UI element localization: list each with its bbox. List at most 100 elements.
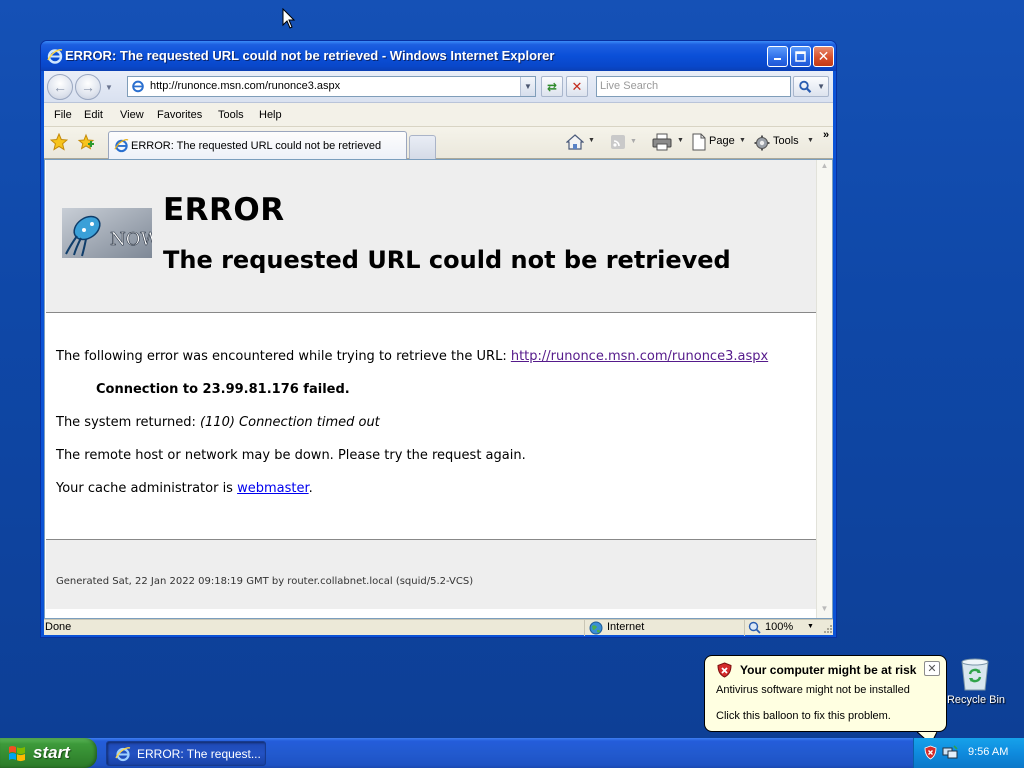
error-body: The following error was encountered whil…: [46, 322, 817, 539]
status-text: Done: [45, 621, 72, 633]
address-input[interactable]: http://runonce.msn.com/runonce3.aspx ▼: [127, 76, 536, 97]
zoom-dropdown-icon[interactable]: ▼: [807, 623, 814, 630]
back-button[interactable]: ←: [47, 74, 73, 100]
network-icon[interactable]: [942, 745, 958, 760]
menu-favorites[interactable]: Favorites: [157, 109, 202, 121]
system-tray: 9:56 AM: [913, 738, 1024, 768]
stop-button[interactable]: ✕: [566, 76, 588, 97]
tab-toolbar: ERROR: The requested URL could not be re…: [44, 127, 833, 159]
balloon-close-button[interactable]: ✕: [924, 661, 940, 676]
tools-menu-button[interactable]: Tools ▼: [754, 133, 814, 151]
favorites-center-icon[interactable]: [50, 133, 68, 151]
vertical-scrollbar[interactable]: ▲ ▼: [816, 160, 832, 618]
menu-edit[interactable]: Edit: [84, 109, 103, 121]
search-input[interactable]: Live Search: [596, 76, 791, 97]
forward-button[interactable]: →: [75, 74, 101, 100]
menu-view[interactable]: View: [120, 109, 144, 121]
error-url-line: The following error was encountered whil…: [56, 349, 768, 364]
close-button[interactable]: ✕: [813, 46, 834, 67]
taskbar: start ERROR: The request... 9:56 AM: [0, 738, 1024, 768]
logo-text: NOW: [110, 229, 152, 250]
squid-logo-icon: NOW: [62, 208, 152, 258]
page-menu-label: Page: [709, 135, 735, 147]
search-button[interactable]: ▼: [793, 76, 829, 97]
page-dropdown-icon: ▼: [739, 137, 746, 144]
rss-feed-icon: [611, 135, 625, 149]
search-placeholder: Live Search: [600, 80, 659, 92]
browser-frame: ← → ▼ http://runonce.msn.com/runonce3.as…: [44, 71, 833, 636]
security-zone[interactable]: Internet: [584, 620, 744, 636]
home-button[interactable]: ▼: [565, 133, 595, 151]
cache-admin-line: Your cache administrator is webmaster.: [56, 481, 313, 496]
tools-dropdown-icon: ▼: [807, 137, 814, 144]
close-icon: ✕: [817, 48, 830, 64]
mouse-cursor-icon: [282, 8, 296, 29]
recent-pages-dropdown[interactable]: ▼: [105, 83, 113, 92]
minimize-button[interactable]: [767, 46, 788, 67]
error-url-prefix: The following error was encountered whil…: [56, 349, 511, 364]
generated-info: Generated Sat, 22 Jan 2022 09:18:19 GMT …: [56, 576, 474, 587]
scroll-down-icon[interactable]: ▼: [818, 604, 831, 617]
new-tab-button[interactable]: [409, 135, 436, 159]
zoom-button[interactable]: 100% ▼: [744, 620, 820, 636]
tab-error-page[interactable]: ERROR: The requested URL could not be re…: [108, 131, 407, 159]
security-shield-icon: [717, 662, 732, 678]
retry-advice-text: The remote host or network may be down. …: [56, 448, 526, 463]
feeds-button[interactable]: ▼: [610, 134, 638, 150]
back-arrow-icon: ←: [53, 79, 67, 95]
add-favorites-icon[interactable]: [77, 133, 95, 151]
zoom-level: 100%: [765, 621, 794, 633]
recycle-bin-shortcut[interactable]: Recycle Bin: [944, 656, 1008, 712]
page-menu-button[interactable]: Page ▼: [691, 133, 749, 151]
printer-icon: [652, 133, 672, 151]
recycle-bin-icon: [961, 658, 989, 691]
gear-icon: [754, 135, 770, 151]
security-center-icon[interactable]: [924, 745, 937, 760]
windows-logo-icon: [9, 746, 25, 762]
maximize-button[interactable]: [790, 46, 811, 67]
more-commands-chevron-icon[interactable]: »: [823, 129, 829, 141]
home-dropdown-icon[interactable]: ▼: [588, 137, 595, 144]
address-toolbar: ← → ▼ http://runonce.msn.com/runonce3.as…: [44, 71, 833, 103]
taskbar-ie-button[interactable]: ERROR: The request...: [106, 741, 266, 766]
status-bar: Done Internet 100% ▼: [44, 619, 833, 636]
system-returned-line: The system returned: (110) Connection ti…: [56, 415, 380, 430]
start-button[interactable]: start: [0, 738, 97, 768]
system-error-code: (110) Connection timed out: [199, 415, 380, 430]
menu-file[interactable]: File: [54, 109, 72, 121]
tab-label: ERROR: The requested URL could not be re…: [131, 140, 382, 152]
window-title: ERROR: The requested URL could not be re…: [65, 48, 555, 63]
failed-url-link[interactable]: http://runonce.msn.com/runonce3.aspx: [511, 349, 768, 364]
print-button[interactable]: ▼: [652, 133, 686, 151]
menu-tools[interactable]: Tools: [218, 109, 244, 121]
page-subtitle: The requested URL could not be retrieved: [163, 246, 731, 274]
taskbar-ie-label: ERROR: The request...: [137, 747, 261, 761]
recycle-bin-label: Recycle Bin: [946, 694, 1006, 706]
page-icon: [132, 80, 144, 93]
webmaster-link[interactable]: webmaster: [237, 481, 309, 496]
title-bar[interactable]: ERROR: The requested URL could not be re…: [41, 41, 836, 71]
page-viewport: NOW ERROR The requested URL could not be…: [44, 159, 833, 619]
globe-icon: [589, 621, 603, 635]
print-dropdown-icon[interactable]: ▼: [677, 137, 684, 144]
security-alert-balloon[interactable]: Your computer might be at risk ✕ Antivir…: [704, 655, 947, 732]
menu-bar: File Edit View Favorites Tools Help: [44, 103, 833, 127]
ie-logo-icon: [47, 49, 63, 64]
refresh-icon: ⇄: [546, 79, 558, 94]
cache-admin-suffix: .: [308, 481, 313, 496]
feeds-dropdown-icon[interactable]: ▼: [630, 138, 637, 145]
balloon-action-hint: Click this balloon to fix this problem.: [716, 710, 891, 722]
clock[interactable]: 9:56 AM: [968, 746, 1008, 758]
home-icon: [565, 134, 585, 150]
search-options-dropdown[interactable]: ▼: [817, 82, 825, 91]
menu-help[interactable]: Help: [259, 109, 282, 121]
scroll-up-icon[interactable]: ▲: [818, 161, 831, 174]
search-icon: [799, 80, 812, 93]
address-dropdown-button[interactable]: ▼: [520, 77, 535, 96]
connection-failed-text: Connection to 23.99.81.176 failed.: [96, 382, 350, 397]
page-title: ERROR: [163, 192, 285, 228]
refresh-button[interactable]: ⇄: [541, 76, 563, 97]
resize-grip-icon[interactable]: [822, 623, 833, 634]
forward-arrow-icon: →: [81, 79, 95, 95]
system-returned-prefix: The system returned:: [56, 415, 200, 430]
